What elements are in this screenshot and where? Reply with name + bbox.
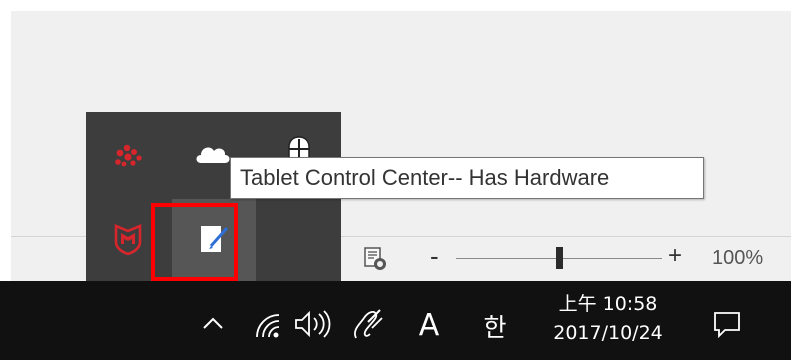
mcafee-shield-icon[interactable] bbox=[107, 218, 149, 260]
clock-time: 上午 10:58 bbox=[558, 293, 658, 315]
red-cluster-app-icon[interactable] bbox=[107, 138, 149, 174]
zoom-level-label[interactable]: 100% bbox=[712, 247, 763, 270]
ime-mode-button[interactable]: A bbox=[410, 304, 448, 346]
selection-highlight-box bbox=[151, 203, 238, 281]
window-top-edge bbox=[0, 0, 791, 11]
zoom-slider-thumb[interactable] bbox=[555, 247, 563, 269]
windows-ink-pen-icon[interactable] bbox=[348, 304, 386, 344]
zoom-in-button[interactable]: + bbox=[668, 243, 682, 269]
wifi-icon[interactable] bbox=[252, 308, 290, 342]
volume-icon[interactable] bbox=[292, 306, 336, 342]
chevron-up-icon bbox=[203, 317, 223, 329]
document-view-icon[interactable] bbox=[362, 246, 388, 272]
zoom-out-button[interactable]: - bbox=[430, 243, 439, 269]
notification-icon bbox=[714, 312, 740, 339]
clock-date: 2017/10/24 bbox=[553, 322, 663, 344]
show-hidden-icons-button[interactable] bbox=[196, 306, 230, 340]
ime-language-button[interactable]: 한 bbox=[476, 306, 514, 346]
taskbar-clock[interactable]: 上午 10:58 2017/10/24 bbox=[528, 290, 688, 356]
action-center-button[interactable] bbox=[704, 304, 750, 346]
tray-icon-tooltip: Tablet Control Center-- Has Hardware bbox=[230, 157, 704, 199]
